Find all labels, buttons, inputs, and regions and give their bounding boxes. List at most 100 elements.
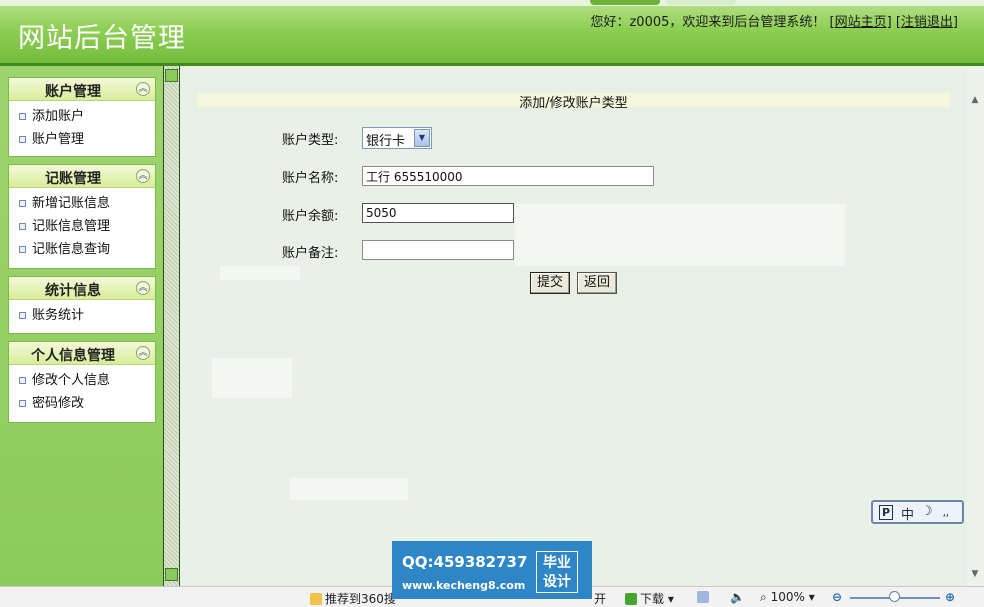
ime-toolbar[interactable]: P 中 ☽ ⸴⸴ bbox=[871, 500, 964, 524]
sidebar-item-label: 新增记账信息 bbox=[32, 196, 111, 211]
window-icon[interactable] bbox=[697, 590, 712, 604]
sidebar-item-label: 账务统计 bbox=[32, 308, 85, 323]
ghost-artifact bbox=[212, 358, 292, 398]
ghost-artifact bbox=[515, 204, 845, 266]
bullet-icon bbox=[19, 136, 26, 143]
sidebar-item-new-record[interactable]: 新增记账信息 bbox=[9, 192, 155, 215]
panel-personal: 个人信息管理 ︽ 修改个人信息 密码修改 bbox=[8, 341, 156, 423]
punct-icon[interactable]: ⸴⸴ bbox=[943, 506, 949, 521]
sidebar-item-change-password[interactable]: 密码修改 bbox=[9, 392, 155, 415]
chevron-down-icon[interactable]: ▼ bbox=[414, 129, 430, 147]
account-type-value: 银行卡 bbox=[366, 134, 406, 149]
magnifier-icon: ⌕ bbox=[760, 590, 767, 604]
account-name-label: 账户名称: bbox=[282, 171, 339, 186]
sidebar-item-label: 记账信息查询 bbox=[32, 242, 111, 257]
form-heading: 添加/修改账户类型 bbox=[519, 96, 628, 111]
badge-line-2: 设计 bbox=[543, 574, 571, 590]
back-button[interactable]: 返回 bbox=[577, 272, 617, 294]
collapse-icon[interactable]: ︽ bbox=[136, 169, 150, 183]
welcome-text: 您好：z0005，欢迎来到后台管理系统！ bbox=[590, 15, 826, 30]
moon-icon[interactable]: ☽ bbox=[921, 504, 933, 519]
collapse-icon[interactable]: ︽ bbox=[136, 346, 150, 360]
zoom-slider-thumb[interactable] bbox=[889, 591, 900, 602]
panel-title: 个人信息管理 bbox=[31, 348, 115, 364]
zoom-in-icon[interactable]: ⊕ bbox=[945, 590, 955, 604]
account-note-input[interactable] bbox=[362, 240, 514, 260]
sidebar-item-statistics[interactable]: 账务统计 bbox=[9, 304, 155, 327]
recommend-360[interactable]: 推荐到360搜 bbox=[310, 590, 396, 607]
panel-header[interactable]: 账户管理 ︽ bbox=[9, 78, 155, 101]
watermark-badge: 毕业 设计 bbox=[536, 551, 578, 593]
ime-brand-icon: P bbox=[879, 505, 894, 520]
top-strip bbox=[0, 0, 984, 6]
panel-header[interactable]: 记账管理 ︽ bbox=[9, 165, 155, 188]
logout-link[interactable]: [注销退出] bbox=[896, 15, 958, 30]
sidebar-item-edit-profile[interactable]: 修改个人信息 bbox=[9, 369, 155, 392]
zoom-out-icon[interactable]: ⊖ bbox=[832, 590, 842, 604]
scroll-up-icon[interactable]: ▲ bbox=[969, 94, 981, 106]
vertical-scrollbar[interactable]: ▲ ▼ bbox=[967, 66, 984, 586]
account-balance-input[interactable] bbox=[362, 203, 514, 223]
sidebar-item-label: 添加账户 bbox=[32, 109, 85, 124]
sidebar-item-add-account[interactable]: 添加账户 bbox=[9, 105, 155, 128]
recommend-label: 推荐到360搜 bbox=[325, 592, 396, 606]
sidebar: 账户管理 ︽ 添加账户 账户管理 记账管理 ︽ 新增记账信息 记账信息管理 记账… bbox=[0, 66, 163, 586]
account-type-label: 账户类型: bbox=[282, 133, 339, 148]
site-title: 网站后台管理 bbox=[18, 23, 186, 54]
sidebar-item-record-manage[interactable]: 记账信息管理 bbox=[9, 215, 155, 238]
ime-lang-toggle[interactable]: 中 bbox=[901, 504, 914, 523]
download-arrow-icon bbox=[625, 593, 637, 605]
browser-tab-stub bbox=[590, 0, 660, 5]
submit-button[interactable]: 提交 bbox=[530, 272, 570, 294]
thumb-up-icon bbox=[310, 593, 322, 605]
sidebar-item-label: 密码修改 bbox=[32, 396, 85, 411]
header-bar: 网站后台管理 您好：z0005，欢迎来到后台管理系统！ [网站主页] [注销退出… bbox=[0, 0, 984, 66]
browser-tab-stub-2 bbox=[666, 0, 736, 5]
sidebar-item-label: 记账信息管理 bbox=[32, 219, 111, 234]
sidebar-item-label: 修改个人信息 bbox=[32, 373, 111, 388]
zoom-level: 100% bbox=[770, 590, 805, 604]
panel-statistics: 统计信息 ︽ 账务统计 bbox=[8, 276, 156, 334]
download-label: 下载 bbox=[640, 592, 665, 606]
watermark-qq: QQ:459382737 bbox=[402, 553, 528, 571]
watermark-banner: QQ:459382737 www.kecheng8.com 毕业 设计 bbox=[392, 541, 592, 599]
site-home-link[interactable]: [网站主页] bbox=[830, 15, 892, 30]
zoom-control[interactable]: ⌕ 100% ▾ bbox=[760, 590, 815, 605]
sidebar-item-record-query[interactable]: 记账信息查询 bbox=[9, 238, 155, 261]
collapse-icon[interactable]: ︽ bbox=[136, 281, 150, 295]
open-button[interactable]: 开 bbox=[594, 590, 606, 607]
sidebar-item-account-manage[interactable]: 账户管理 bbox=[9, 128, 155, 151]
panel-bookkeeping: 记账管理 ︽ 新增记账信息 记账信息管理 记账信息查询 bbox=[8, 164, 156, 269]
ghost-artifact bbox=[220, 266, 300, 280]
panel-title: 账户管理 bbox=[45, 84, 101, 100]
badge-line-1: 毕业 bbox=[543, 555, 571, 571]
panel-header[interactable]: 统计信息 ︽ bbox=[9, 277, 155, 300]
bullet-icon bbox=[19, 113, 26, 120]
ghost-artifact bbox=[290, 478, 408, 500]
account-balance-label: 账户余额: bbox=[282, 209, 339, 224]
collapse-icon[interactable]: ︽ bbox=[136, 82, 150, 96]
panel-header[interactable]: 个人信息管理 ︽ bbox=[9, 342, 155, 365]
bullet-icon bbox=[19, 200, 26, 207]
sidebar-item-label: 账户管理 bbox=[32, 132, 85, 147]
panel-account: 账户管理 ︽ 添加账户 账户管理 bbox=[8, 77, 156, 157]
frame-splitter[interactable] bbox=[163, 66, 180, 586]
splitter-top-cap bbox=[165, 69, 178, 82]
account-type-select[interactable]: 银行卡 ▼ bbox=[362, 127, 432, 149]
bullet-icon bbox=[19, 400, 26, 407]
bullet-icon bbox=[19, 312, 26, 319]
account-note-label: 账户备注: bbox=[282, 246, 339, 261]
panel-title: 统计信息 bbox=[45, 283, 101, 299]
bullet-icon bbox=[19, 377, 26, 384]
splitter-bottom-cap bbox=[165, 568, 178, 581]
watermark-url: www.kecheng8.com bbox=[402, 579, 526, 592]
bullet-icon bbox=[19, 246, 26, 253]
download-button[interactable]: 下载 ▾ bbox=[625, 590, 674, 607]
welcome-area: 您好：z0005，欢迎来到后台管理系统！ [网站主页] [注销退出] bbox=[590, 11, 958, 30]
bullet-icon bbox=[19, 223, 26, 230]
panel-title: 记账管理 bbox=[45, 171, 101, 187]
account-name-input[interactable] bbox=[362, 166, 654, 186]
scroll-down-icon[interactable]: ▼ bbox=[969, 568, 981, 580]
main-content: 添加/修改账户类型 账户类型: 银行卡 ▼ 账户名称: 账户余额: 账户备注: … bbox=[180, 66, 967, 586]
speaker-icon[interactable]: 🔈 bbox=[730, 590, 745, 604]
